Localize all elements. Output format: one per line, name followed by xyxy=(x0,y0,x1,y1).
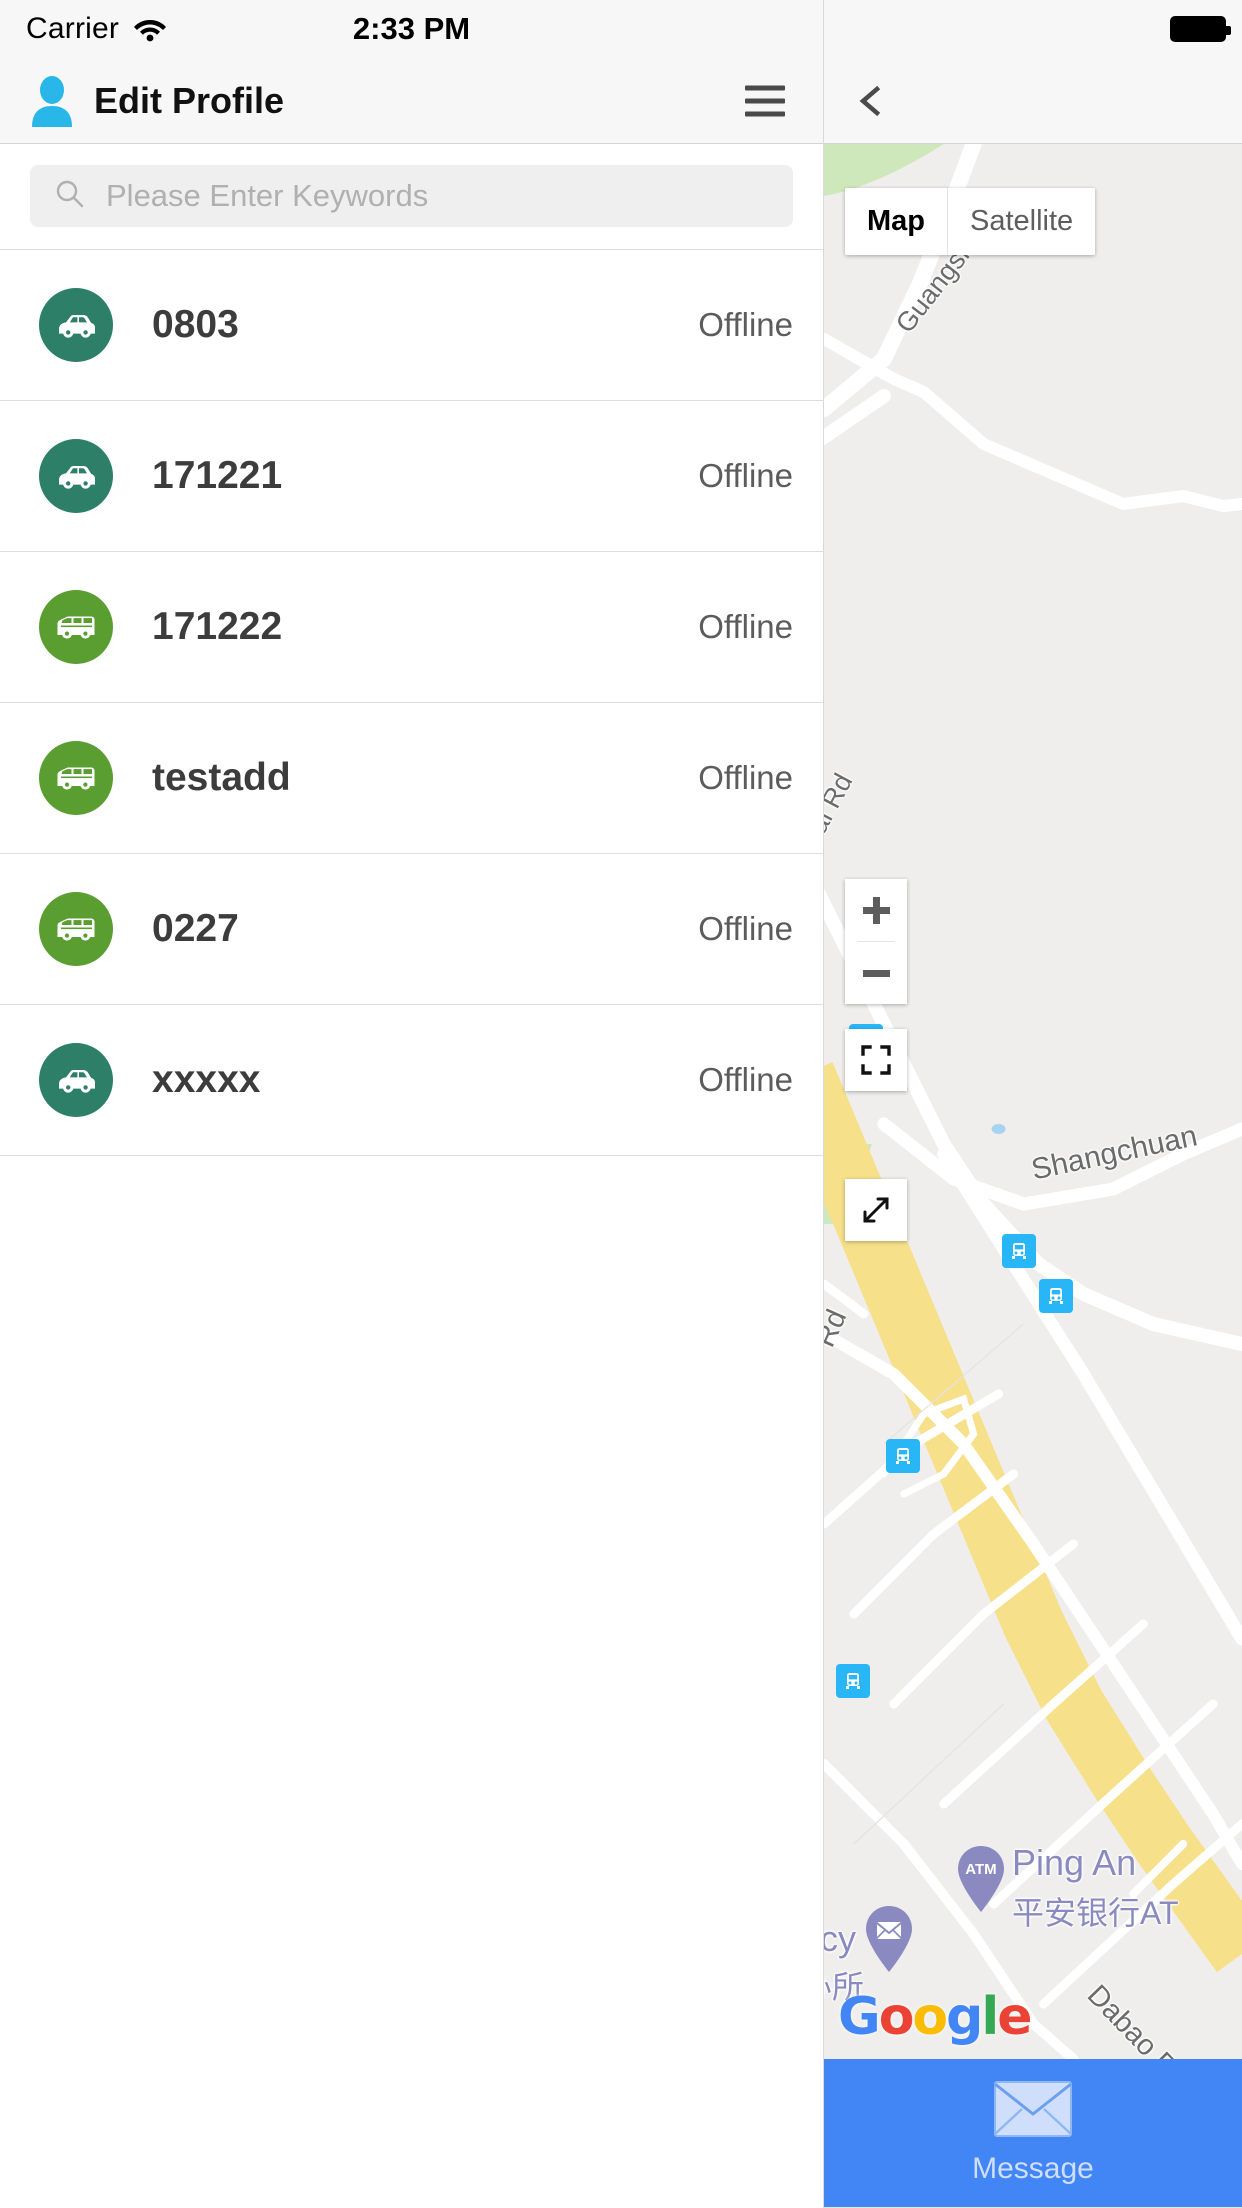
map-canvas[interactable]: Map Satellite Guangshen ai Rd Shangchuan… xyxy=(824,144,1242,2059)
list-empty-area xyxy=(0,1156,823,2208)
fullscreen-icon xyxy=(861,1045,891,1075)
van-icon xyxy=(39,741,113,815)
poi-label-en: ncy xyxy=(824,1918,857,1959)
car-icon xyxy=(39,439,113,513)
vehicle-icon-cell xyxy=(0,892,152,966)
vehicle-list-panel: Carrier 2:33 PM Edit Profile Please Ente… xyxy=(0,0,823,2208)
google-letter: o xyxy=(878,1987,915,2047)
vehicle-icon-cell xyxy=(0,590,152,664)
clock-label: 2:33 PM xyxy=(352,11,471,46)
google-letter: G xyxy=(838,1987,881,2047)
svg-text:ATM: ATM xyxy=(965,1861,996,1878)
search-icon xyxy=(54,178,86,215)
chevron-left-icon[interactable] xyxy=(854,84,888,118)
vehicle-icon-cell xyxy=(0,288,152,362)
google-letter: o xyxy=(912,1987,948,2047)
vehicle-status: Offline xyxy=(698,306,793,343)
vehicle-status: Offline xyxy=(698,910,793,947)
map-type-map-button[interactable]: Map xyxy=(845,188,947,255)
mail-pin[interactable] xyxy=(862,1904,916,1974)
vehicle-icon-cell xyxy=(0,741,152,815)
poi-label-en: Ping An xyxy=(1012,1842,1137,1883)
vehicle-name: testadd xyxy=(152,756,291,799)
vehicle-status: Offline xyxy=(698,759,793,796)
fullscreen-button[interactable] xyxy=(845,1029,907,1091)
status-bar: Carrier 2:33 PM xyxy=(0,0,823,58)
hamburger-bar xyxy=(745,85,785,90)
google-letter: g xyxy=(946,1987,983,2047)
map-tiles xyxy=(824,144,1242,2059)
vehicle-name: 0227 xyxy=(152,907,239,950)
vehicle-row[interactable]: 0803 Offline xyxy=(0,250,823,401)
vehicle-name: 0803 xyxy=(152,303,239,346)
vehicle-row[interactable]: 171222 Offline xyxy=(0,552,823,703)
vehicle-icon-cell xyxy=(0,1043,152,1117)
vehicle-name: xxxxx xyxy=(152,1058,261,1101)
bus-stop-icon[interactable] xyxy=(1002,1234,1036,1268)
expand-button[interactable] xyxy=(845,1179,907,1241)
poi-label-cn: 平安银行AT xyxy=(1012,1895,1179,1931)
map-panel: Map Satellite Guangshen ai Rd Shangchuan… xyxy=(823,0,1242,2208)
expand-arrows-icon xyxy=(863,1197,889,1223)
google-watermark: Google xyxy=(838,1987,1033,2047)
search-placeholder: Please Enter Keywords xyxy=(106,178,429,213)
app-screen: Carrier 2:33 PM Edit Profile Please Ente… xyxy=(0,0,1242,2208)
van-icon xyxy=(39,892,113,966)
van-icon xyxy=(39,590,113,664)
atm-pin[interactable]: ATM xyxy=(954,1844,1008,1914)
message-button[interactable]: Message xyxy=(824,2059,1242,2207)
vehicle-status: Offline xyxy=(698,457,793,494)
map-type-satellite-button[interactable]: Satellite xyxy=(948,188,1096,255)
vehicle-name: 171222 xyxy=(152,605,283,648)
nav-bar: Edit Profile xyxy=(0,58,823,144)
plus-icon xyxy=(862,896,890,924)
minus-icon xyxy=(862,969,890,977)
map-zoom-control[interactable] xyxy=(845,879,907,1004)
message-label: Message xyxy=(972,2151,1094,2185)
hamburger-menu-icon[interactable] xyxy=(745,85,785,116)
bus-stop-icon[interactable] xyxy=(836,1664,870,1698)
vehicle-icon-cell xyxy=(0,439,152,513)
map-status-bar xyxy=(824,0,1242,58)
vehicle-status: Offline xyxy=(698,1061,793,1098)
bus-stop-icon[interactable] xyxy=(886,1439,920,1473)
person-icon xyxy=(26,75,78,127)
map-nav-bar xyxy=(824,58,1242,144)
nav-left-group[interactable]: Edit Profile xyxy=(26,75,284,127)
map-type-control[interactable]: Map Satellite xyxy=(845,188,1096,255)
carrier-label: Carrier xyxy=(26,12,120,45)
google-letter: e xyxy=(997,1987,1032,2047)
search-input[interactable]: Please Enter Keywords xyxy=(30,165,793,227)
battery-full-icon xyxy=(1170,16,1231,42)
vehicle-name: 171221 xyxy=(152,454,283,497)
vehicle-list: 0803 Offline 171221 Offline 171222 Offline tes… xyxy=(0,250,823,1156)
vehicle-row[interactable]: 171221 Offline xyxy=(0,401,823,552)
car-icon xyxy=(39,288,113,362)
vehicle-row[interactable]: testadd Offline xyxy=(0,703,823,854)
search-section: Please Enter Keywords xyxy=(0,144,823,249)
bus-stop-icon[interactable] xyxy=(1039,1279,1073,1313)
wifi-icon xyxy=(133,16,167,42)
vehicle-row[interactable]: 0227 Offline xyxy=(0,854,823,1005)
zoom-in-button[interactable] xyxy=(845,879,907,941)
page-title: Edit Profile xyxy=(94,79,285,121)
envelope-icon xyxy=(994,2080,1072,2142)
zoom-out-button[interactable] xyxy=(845,942,907,1004)
car-icon xyxy=(39,1043,113,1117)
hamburger-bar xyxy=(745,111,785,116)
vehicle-status: Offline xyxy=(698,608,793,645)
vehicle-row[interactable]: xxxxx Offline xyxy=(0,1005,823,1156)
google-letter: l xyxy=(981,1987,999,2047)
hamburger-bar xyxy=(745,98,785,103)
